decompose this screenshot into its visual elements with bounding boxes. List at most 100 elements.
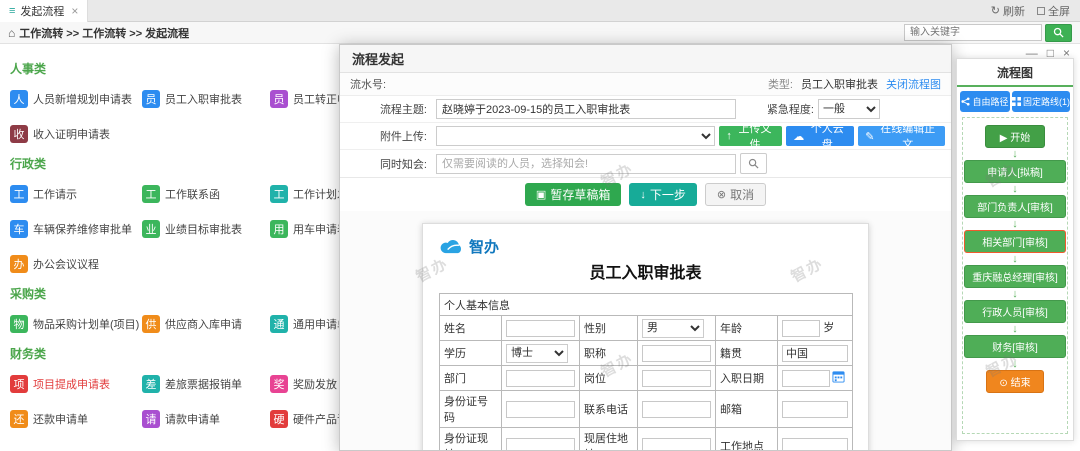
- workflow-item-icon: 用: [270, 220, 288, 238]
- minimize-icon[interactable]: —: [1026, 47, 1038, 59]
- flow-arrow-icon: ↓: [1012, 323, 1018, 335]
- doc-section-title: 个人基本信息: [439, 293, 853, 316]
- urgency-select[interactable]: 一般: [818, 99, 880, 119]
- flow-node[interactable]: 行政人员[审核]: [964, 300, 1066, 323]
- save-draft-button[interactable]: ▣ 暂存草稿箱: [524, 183, 622, 206]
- doc-text-input[interactable]: [642, 400, 711, 418]
- workflow-item-label: 人员新增规划申请表: [33, 94, 132, 106]
- doc-text-input[interactable]: [642, 437, 711, 450]
- workflow-item-icon: 硬: [270, 410, 288, 428]
- cloud-label: 个人云盘: [810, 123, 844, 151]
- logo-text: 智办: [469, 239, 500, 256]
- workflow-item-icon: 差: [142, 375, 160, 393]
- workflow-item[interactable]: 物物品采购计划单(项目): [10, 315, 142, 333]
- flow-node[interactable]: ▶ 开始: [985, 125, 1045, 148]
- doc-date-input[interactable]: [782, 369, 830, 387]
- doc-field-label: 性别: [579, 315, 638, 341]
- workflow-item[interactable]: 差差旅票据报销单: [142, 375, 270, 393]
- doc-text-input[interactable]: [506, 400, 575, 418]
- doc-age-cell: 岁: [777, 315, 853, 341]
- online-edit-button[interactable]: ✎ 在线编辑正文: [858, 123, 945, 151]
- modal-actions: ▣ 暂存草稿箱 ↓ 下一步 ⊗ 取消: [340, 178, 951, 211]
- grid-route-icon: [1012, 97, 1021, 106]
- cloud-icon: ☁: [793, 130, 805, 143]
- tab-launch-process[interactable]: ≡ 发起流程 ×: [0, 0, 89, 22]
- cancel-button[interactable]: ⊗ 取消: [704, 183, 767, 206]
- workflow-item[interactable]: 车车辆保养维修审批单: [10, 220, 142, 238]
- workflow-item[interactable]: 还还款申请单: [10, 410, 142, 428]
- flow-arrow-icon: ↓: [1012, 358, 1018, 370]
- close-icon[interactable]: ×: [1063, 47, 1070, 59]
- doc-text-input[interactable]: [782, 400, 848, 418]
- workflow-item[interactable]: 业业绩目标审批表: [142, 220, 270, 238]
- pencil-icon: ✎: [865, 130, 875, 143]
- age-input[interactable]: [782, 319, 821, 337]
- flowchart-title: 流程图: [957, 59, 1073, 87]
- free-path-button[interactable]: 自由路径: [960, 91, 1010, 112]
- attachment-select[interactable]: [436, 126, 716, 146]
- workflow-item-label: 工作请示: [33, 189, 77, 201]
- workflow-item-icon: 还: [10, 410, 28, 428]
- workflow-item[interactable]: 办办公会议议程: [10, 255, 142, 273]
- fullscreen-label: 全屏: [1048, 5, 1070, 18]
- workflow-item[interactable]: 收收入证明申请表: [10, 125, 142, 143]
- flow-node[interactable]: 重庆融总经理[审核]: [964, 265, 1066, 288]
- doc-select[interactable]: 男: [642, 318, 705, 338]
- search-button[interactable]: [1045, 23, 1072, 42]
- doc-select-cell: 博士: [501, 340, 580, 366]
- workflow-item[interactable]: 项项目提成申请表: [10, 375, 142, 393]
- flow-node[interactable]: 相关部门[审核]: [964, 230, 1066, 253]
- flow-arrow-icon: ↓: [1012, 148, 1018, 160]
- workflow-item-label: 收入证明申请表: [33, 129, 110, 141]
- doc-input-cell: [777, 340, 853, 366]
- doc-text-input[interactable]: [642, 344, 711, 362]
- next-step-button[interactable]: ↓ 下一步: [629, 183, 697, 206]
- upload-file-button[interactable]: ↑ 上传文件: [719, 123, 783, 151]
- doc-select[interactable]: 博士: [506, 343, 569, 363]
- doc-text-input[interactable]: [506, 319, 575, 337]
- close-flowchart-link[interactable]: 关闭流程图: [886, 76, 941, 92]
- keyword-search-input[interactable]: [904, 24, 1042, 41]
- attachment-label: 附件上传:: [379, 131, 427, 143]
- flow-node[interactable]: 部门负责人[审核]: [964, 195, 1066, 218]
- tab-close-icon[interactable]: ×: [71, 4, 78, 18]
- workflow-item-label: 项目提成申请表: [33, 379, 110, 391]
- workflow-item-icon: 工: [10, 185, 28, 203]
- calendar-icon[interactable]: [832, 370, 845, 386]
- subject-input[interactable]: [436, 99, 736, 119]
- breadcrumb-bar: ⌂ 工作流转 >> 工作流转 >> 发起流程: [0, 22, 1080, 44]
- doc-text-input[interactable]: [506, 437, 575, 450]
- fixed-route-button[interactable]: 固定路线(1): [1012, 91, 1070, 112]
- workflow-item[interactable]: 员员工入职审批表: [142, 90, 270, 108]
- doc-field-label: 学历: [439, 340, 502, 366]
- fullscreen-button[interactable]: 全屏: [1037, 3, 1070, 19]
- maximize-icon[interactable]: □: [1047, 47, 1054, 59]
- workflow-item[interactable]: 人人员新增规划申请表: [10, 90, 142, 108]
- workflow-item[interactable]: 工工作请示: [10, 185, 142, 203]
- doc-text-input[interactable]: [506, 369, 575, 387]
- tab-bar-actions: ↻ 刷新 全屏: [991, 3, 1080, 19]
- flow-node[interactable]: 财务[审核]: [964, 335, 1066, 358]
- doc-text-input[interactable]: [642, 369, 711, 387]
- logo-row: 智办: [439, 236, 852, 257]
- home-icon[interactable]: ⌂: [8, 26, 15, 40]
- workflow-item-icon: 员: [142, 90, 160, 108]
- doc-text-input[interactable]: [782, 344, 848, 362]
- workflow-item[interactable]: 工工作联系函: [142, 185, 270, 203]
- flow-node[interactable]: 申请人[拟稿]: [964, 160, 1066, 183]
- next-step-label: 下一步: [649, 188, 686, 202]
- type-label: 类型:: [767, 79, 793, 91]
- personal-cloud-button[interactable]: ☁ 个人云盘: [786, 123, 855, 151]
- urgency-label: 紧急程度:: [766, 104, 814, 116]
- workflow-item-icon: 员: [270, 90, 288, 108]
- doc-text-input[interactable]: [782, 437, 848, 450]
- app-window: ≡ 发起流程 × ↻ 刷新 全屏 ⌂ 工作流转 >> 工作流转 >> 发起流程: [0, 0, 1080, 451]
- notify-input[interactable]: [436, 153, 736, 174]
- draft-box-icon: ▣: [535, 189, 547, 201]
- notify-search-button[interactable]: [740, 153, 767, 174]
- workflow-item[interactable]: 供供应商入库申请: [142, 315, 270, 333]
- workflow-item[interactable]: 请请款申请单: [142, 410, 270, 428]
- flow-node[interactable]: ⊙ 结束: [986, 370, 1044, 393]
- doc-field-label: 身份证号码: [439, 390, 502, 428]
- refresh-button[interactable]: ↻ 刷新: [991, 3, 1025, 19]
